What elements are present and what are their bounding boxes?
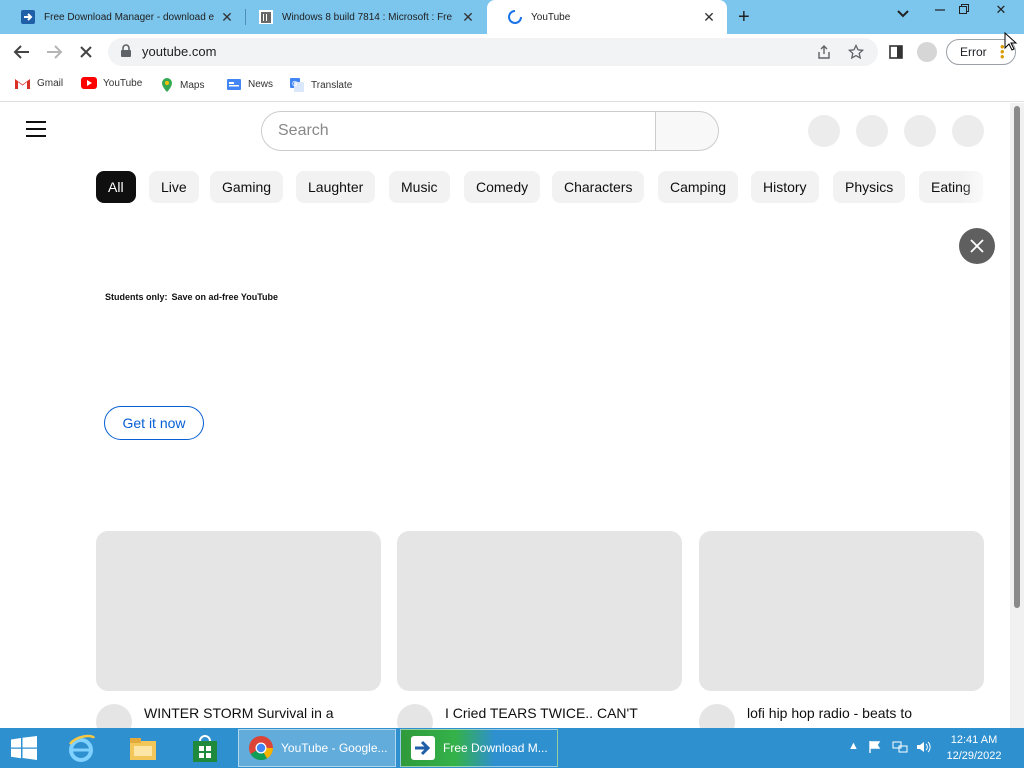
bookmark-label: YouTube — [103, 77, 143, 89]
bookmark-label: News — [248, 78, 274, 90]
new-tab-icon[interactable]: + — [738, 6, 750, 29]
close-banner-button[interactable] — [959, 228, 995, 264]
store-icon[interactable] — [188, 732, 222, 766]
header-placeholder-icon[interactable] — [808, 115, 840, 147]
news-icon — [227, 79, 241, 90]
minimize-icon[interactable] — [934, 3, 946, 18]
error-label: Error — [960, 45, 987, 59]
tab-youtube[interactable]: YouTube ✕ — [487, 0, 727, 34]
restore-icon[interactable] — [958, 3, 970, 18]
close-icon — [970, 239, 984, 253]
translate-icon: G — [290, 78, 304, 92]
back-arrow-icon[interactable] — [10, 40, 34, 64]
action-center-flag-icon[interactable] — [868, 740, 882, 754]
windows-start-icon[interactable] — [10, 736, 38, 760]
bookmark-translate[interactable]: G Translate — [289, 77, 352, 93]
stop-loading-icon[interactable] — [74, 40, 98, 64]
bookmark-label: Maps — [180, 79, 205, 91]
chip-camping[interactable]: Camping — [658, 171, 739, 203]
chrome-icon — [249, 736, 274, 761]
video-thumbnail[interactable] — [397, 531, 682, 691]
promo-line1: Students only: — [105, 292, 168, 302]
mouse-cursor-icon — [1004, 32, 1018, 51]
archive-icon — [259, 10, 273, 24]
internet-explorer-icon[interactable] — [64, 732, 98, 766]
bookmark-maps[interactable]: Maps — [160, 77, 204, 93]
bookmark-news[interactable]: News — [226, 77, 273, 91]
video-thumbnail[interactable] — [699, 531, 984, 691]
clock-date: 12/29/2022 — [946, 750, 1002, 762]
promo-line2: Save on ad-free YouTube — [171, 292, 279, 302]
bookmark-label: Translate — [311, 79, 353, 91]
chip-laughter[interactable]: Laughter — [296, 171, 376, 203]
bookmark-gmail[interactable]: Gmail — [14, 77, 63, 90]
taskbar-item-fdm[interactable]: Free Download M... — [400, 729, 558, 767]
file-explorer-icon[interactable] — [126, 732, 160, 766]
share-icon[interactable] — [816, 44, 832, 60]
tab-title: YouTube — [531, 11, 571, 23]
get-it-now-button[interactable]: Get it now — [104, 406, 204, 440]
close-tab-icon[interactable]: ✕ — [460, 9, 476, 26]
video-title[interactable]: lofi hip hop radio - beats to — [747, 705, 912, 721]
taskbar-item-label: YouTube - Google... — [281, 741, 388, 755]
system-clock[interactable]: 12:41 AM 12/29/2022 — [934, 732, 1014, 764]
header-placeholder-icon[interactable] — [952, 115, 984, 147]
chip-scroll-fade — [960, 168, 1000, 206]
header-placeholder-icon[interactable] — [904, 115, 936, 147]
chip-history[interactable]: History — [751, 171, 819, 203]
tab-search-chevron-icon[interactable] — [896, 8, 910, 22]
clock-time: 12:41 AM — [950, 734, 998, 746]
bookmark-youtube[interactable]: YouTube — [81, 77, 142, 89]
tab-title: Windows 8 build 7814 : Microsoft : Fre — [282, 11, 453, 23]
gmail-icon — [15, 79, 30, 89]
chip-physics[interactable]: Physics — [833, 171, 906, 203]
bookmark-star-icon[interactable] — [848, 44, 864, 60]
profile-avatar-icon[interactable] — [917, 42, 937, 62]
search-input[interactable]: Search — [261, 111, 656, 151]
header-placeholder-icon[interactable] — [856, 115, 888, 147]
svg-text:G: G — [292, 80, 297, 88]
fdm-icon — [21, 10, 35, 24]
close-tab-icon[interactable]: ✕ — [701, 9, 717, 26]
tab-free-download-manager[interactable]: Free Download Manager - download e ✕ — [0, 0, 245, 34]
lock-icon[interactable] — [120, 44, 132, 58]
chip-music[interactable]: Music — [389, 171, 450, 203]
chip-characters[interactable]: Characters — [552, 171, 645, 203]
show-hidden-icons[interactable]: ▲ — [848, 740, 859, 752]
hamburger-menu-icon[interactable] — [26, 121, 46, 137]
close-tab-icon[interactable]: ✕ — [219, 9, 235, 26]
tab-title: Free Download Manager - download e — [44, 11, 215, 23]
chip-all[interactable]: All — [96, 171, 136, 203]
bookmark-label: Gmail — [37, 78, 64, 89]
volume-icon[interactable] — [916, 740, 932, 754]
fdm-icon — [411, 736, 435, 760]
url-text[interactable]: youtube.com — [142, 44, 216, 59]
video-thumbnail[interactable] — [96, 531, 381, 691]
youtube-icon — [81, 77, 97, 89]
maps-pin-icon — [162, 78, 172, 92]
loading-spinner-icon — [508, 10, 522, 24]
tab-windows8-build[interactable]: Windows 8 build 7814 : Microsoft : Fre ✕ — [238, 0, 486, 34]
video-title[interactable]: I Cried TEARS TWICE.. CAN'T — [445, 705, 638, 721]
taskbar-item-chrome[interactable]: YouTube - Google... — [238, 729, 396, 767]
forward-arrow-icon[interactable] — [42, 40, 66, 64]
chip-gaming[interactable]: Gaming — [210, 171, 284, 203]
network-icon[interactable] — [892, 740, 908, 754]
chip-live[interactable]: Live — [149, 171, 199, 203]
chip-comedy[interactable]: Comedy — [464, 171, 541, 203]
promo-text: Students only: Save on ad-free YouTube — [105, 292, 278, 302]
search-button[interactable] — [655, 111, 719, 151]
bookmarks-bar — [0, 70, 1024, 102]
address-bar[interactable] — [108, 38, 878, 66]
taskbar-item-label: Free Download M... — [443, 741, 548, 755]
side-panel-icon[interactable] — [888, 44, 904, 60]
close-window-icon[interactable]: ✕ — [978, 0, 1024, 22]
scrollbar-thumb[interactable] — [1014, 106, 1020, 608]
video-title[interactable]: WINTER STORM Survival in a — [144, 705, 334, 721]
